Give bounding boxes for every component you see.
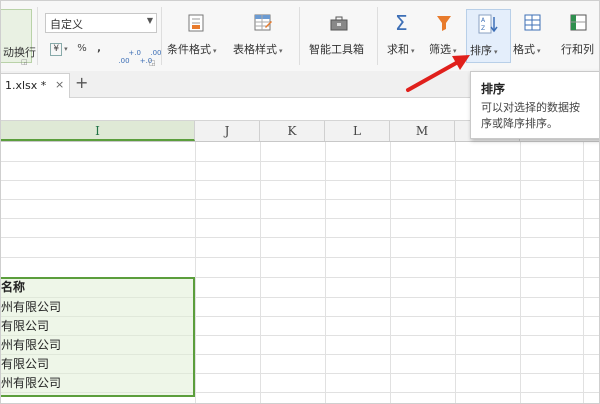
ribbon-toolbar: 动换行 ◲ 自定义 ▼ ¥ ▾ % , +.0 .00 .00 +.0 ◲ 条件… xyxy=(1,1,599,72)
percent-format-button[interactable]: % xyxy=(75,41,89,57)
ribbon-separator xyxy=(377,7,378,65)
tooltip-title: 排序 xyxy=(481,82,506,96)
smart-toolbox-button[interactable]: 智能工具箱 xyxy=(307,9,371,61)
dialog-launcher-icon[interactable]: ◲ xyxy=(21,58,28,66)
table-cell[interactable]: 州有限公司 xyxy=(1,298,61,317)
grid-line xyxy=(1,199,599,200)
ribbon-separator xyxy=(161,7,162,65)
close-icon[interactable]: × xyxy=(55,78,64,91)
conditional-format-icon xyxy=(188,14,204,32)
currency-icon: ¥ xyxy=(50,43,63,56)
tooltip-description: 可以对选择的数据按 序或降序排序。 xyxy=(481,101,580,130)
grid-line xyxy=(1,161,599,162)
document-tab[interactable]: 1.xlsx * × xyxy=(1,73,70,98)
sort-icon: A Z xyxy=(478,14,498,34)
row-column-button[interactable]: 行和列 xyxy=(559,9,599,61)
format-button[interactable]: 格式 ▾ xyxy=(511,9,555,61)
wrap-text-button[interactable]: 动换行 ◲ xyxy=(1,9,36,66)
table-style-label: 表格样式 ▾ xyxy=(233,43,283,56)
decrease-decimal-button[interactable]: .00 +.0 xyxy=(137,41,162,65)
grid-line xyxy=(260,142,261,403)
grid-line xyxy=(390,142,391,403)
grid-line xyxy=(1,218,599,219)
comma-icon: , xyxy=(97,43,101,54)
grid-line xyxy=(1,237,599,238)
sort-label: 排序 ▾ xyxy=(470,44,498,57)
chevron-down-icon: ▾ xyxy=(64,45,68,53)
filter-icon xyxy=(437,16,451,31)
filter-button[interactable]: 筛选 ▾ xyxy=(427,9,465,61)
percent-icon: % xyxy=(77,43,87,54)
table-cell[interactable]: 州有限公司 xyxy=(1,336,61,355)
sort-tooltip: 排序 可以对选择的数据按 序或降序排序。 xyxy=(470,71,599,139)
spreadsheet-window: 动换行 ◲ 自定义 ▼ ¥ ▾ % , +.0 .00 .00 +.0 ◲ 条件… xyxy=(0,0,600,404)
row-column-label: 行和列 xyxy=(561,43,594,56)
wrap-text-label: 动换行 xyxy=(3,46,36,59)
filter-label: 筛选 ▾ xyxy=(429,43,457,56)
table-header-cell[interactable]: 名称 xyxy=(1,278,25,297)
sum-label: 求和 ▾ xyxy=(387,43,415,56)
grid-line xyxy=(455,142,456,403)
ribbon-separator xyxy=(37,7,38,65)
sum-button[interactable]: Σ 求和 ▾ xyxy=(385,9,421,61)
increase-decimal-button[interactable]: +.0 .00 xyxy=(115,41,140,65)
table-style-button[interactable]: 表格样式 ▾ xyxy=(233,9,295,61)
toolbox-icon xyxy=(330,16,348,31)
table-cell[interactable]: 有限公司 xyxy=(1,355,49,374)
table-cell[interactable]: 有限公司 xyxy=(1,317,49,336)
conditional-format-button[interactable]: 条件格式 ▾ xyxy=(167,9,229,61)
grid-line xyxy=(325,142,326,403)
row-column-icon xyxy=(570,14,587,31)
thousands-separator-button[interactable]: , xyxy=(93,41,105,57)
column-header-m[interactable]: M xyxy=(390,121,455,141)
grid-line xyxy=(1,180,599,181)
grid-line xyxy=(1,257,599,258)
conditional-format-label: 条件格式 ▾ xyxy=(167,43,217,56)
format-icon xyxy=(524,14,541,31)
ribbon-separator xyxy=(299,7,300,65)
format-label: 格式 ▾ xyxy=(513,43,541,56)
number-format-value: 自定义 xyxy=(50,18,83,31)
sort-button[interactable]: A Z 排序 ▾ xyxy=(466,9,511,63)
document-tab-name: 1.xlsx * xyxy=(5,79,47,92)
svg-text:Z: Z xyxy=(481,25,485,32)
column-header-j[interactable]: J xyxy=(195,121,260,141)
currency-format-button[interactable]: ¥ ▾ xyxy=(45,41,73,57)
sigma-icon: Σ xyxy=(395,11,408,35)
dialog-launcher-icon[interactable]: ◲ xyxy=(149,59,156,67)
table-style-icon xyxy=(254,14,272,31)
column-header-l[interactable]: L xyxy=(325,121,390,141)
grid-line xyxy=(520,142,521,403)
table-cell[interactable]: 州有限公司 xyxy=(1,374,61,393)
smart-toolbox-label: 智能工具箱 xyxy=(309,43,364,56)
column-header-k[interactable]: K xyxy=(260,121,325,141)
number-format-select[interactable]: 自定义 ▼ xyxy=(45,13,157,33)
column-header-i[interactable]: I xyxy=(1,121,195,141)
grid-line xyxy=(195,142,196,403)
cell-grid[interactable]: 名称 州有限公司 有限公司 州有限公司 有限公司 州有限公司 xyxy=(1,142,599,403)
grid-line xyxy=(583,142,584,403)
new-tab-button[interactable]: + xyxy=(75,73,88,92)
chevron-down-icon: ▼ xyxy=(146,16,153,25)
